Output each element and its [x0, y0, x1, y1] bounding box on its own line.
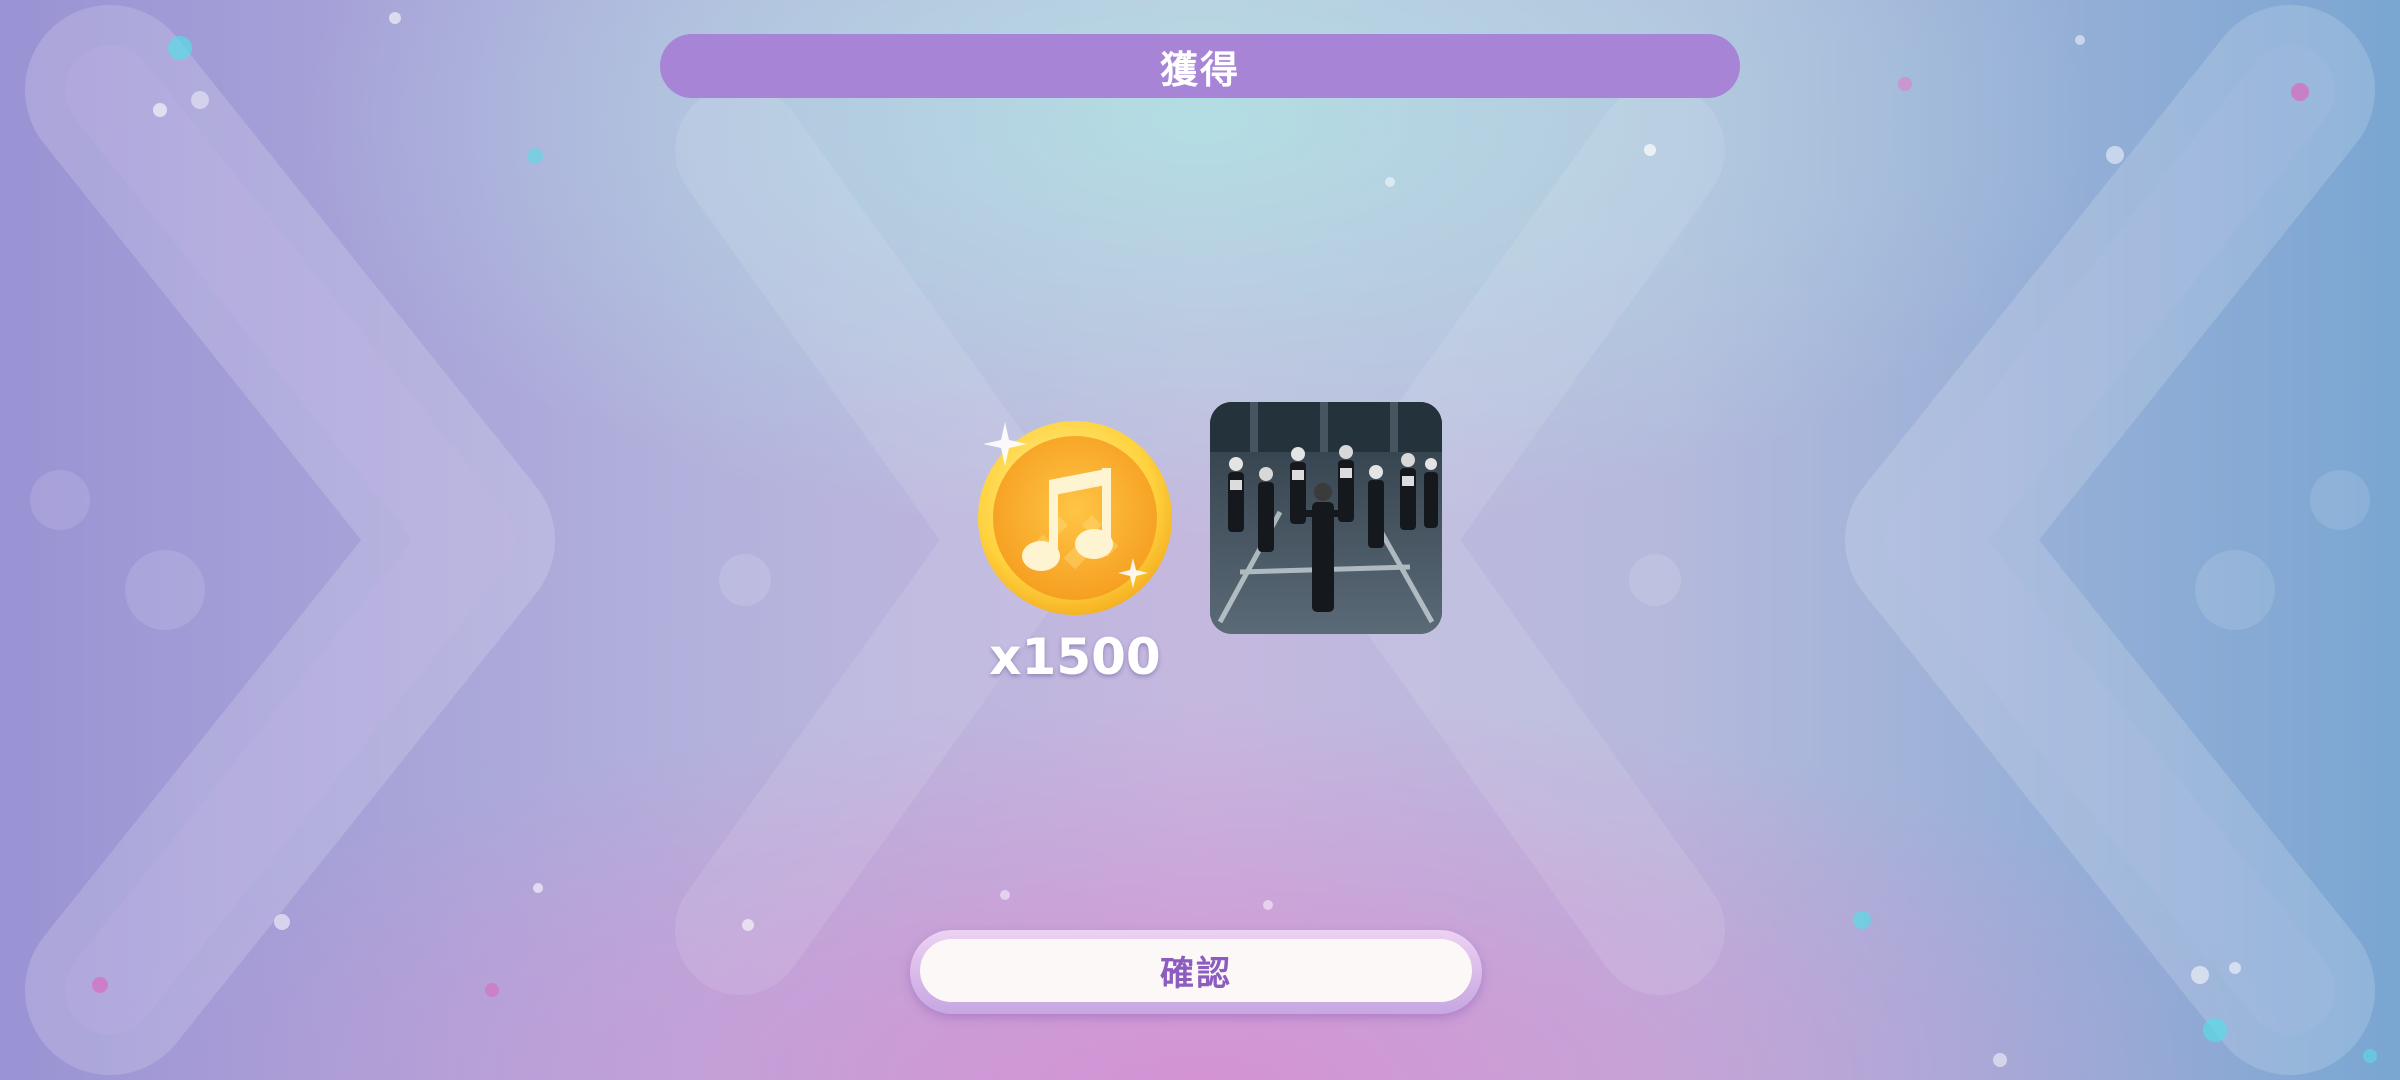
music-video-thumbnail	[1210, 402, 1442, 634]
header-banner: 獲得	[660, 34, 1740, 98]
confirm-button-label: 確認	[1160, 954, 1232, 994]
background-chevrons	[25, 5, 2377, 1075]
confirm-button[interactable]: 確認	[910, 930, 1482, 1014]
reward-count: x1500	[989, 628, 1161, 686]
confirm-button-face[interactable]: 確認	[920, 939, 1472, 1002]
page-title: 獲得	[1159, 47, 1240, 92]
music-note-coin-icon	[975, 418, 1175, 618]
reward-screen: 獲得 x1500 確認	[0, 0, 2400, 1080]
